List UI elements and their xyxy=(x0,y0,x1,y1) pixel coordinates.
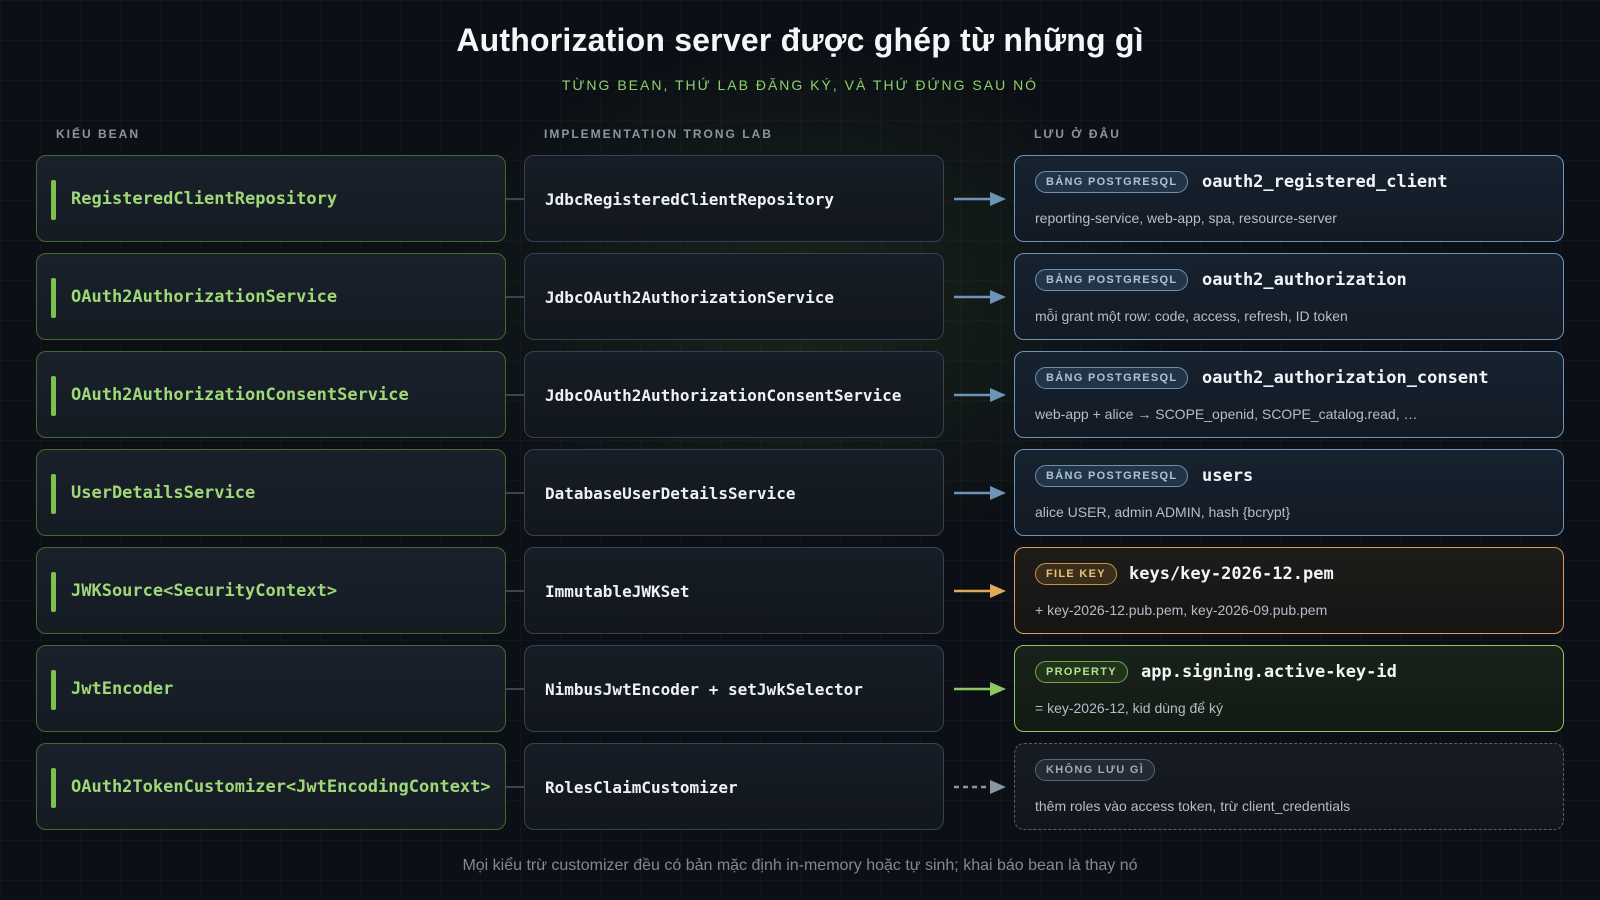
bean-type-label: OAuth2TokenCustomizer<JwtEncodingContext… xyxy=(71,777,491,797)
connector-line xyxy=(506,786,524,788)
bean-type-card: JWKSource<SecurityContext> xyxy=(36,547,506,634)
arrow-right-icon xyxy=(954,584,1006,598)
storage-badge: BẢNG POSTGRESQL xyxy=(1035,269,1189,291)
connector-line xyxy=(506,198,524,200)
storage-description: mỗi grant một row: code, access, refresh… xyxy=(1035,308,1348,324)
arrow-right-icon xyxy=(954,388,1006,402)
arrow-right-icon xyxy=(954,290,1006,304)
implementation-label: NimbusJwtEncoder + setJwkSelector xyxy=(545,680,863,699)
bean-row-token-customizer: OAuth2TokenCustomizer<JwtEncodingContext… xyxy=(0,743,1600,832)
storage-badge: KHÔNG LƯU GÌ xyxy=(1035,759,1156,781)
bean-type-label: OAuth2AuthorizationConsentService xyxy=(71,385,409,405)
implementation-card: JdbcOAuth2AuthorizationService xyxy=(524,253,944,340)
connector-line xyxy=(506,296,524,298)
bean-type-card: OAuth2TokenCustomizer<JwtEncodingContext… xyxy=(36,743,506,830)
accent-bar xyxy=(51,670,56,710)
implementation-label: JdbcOAuth2AuthorizationService xyxy=(545,288,834,307)
bean-type-card: OAuth2AuthorizationService xyxy=(36,253,506,340)
arrow-right-dashed-icon xyxy=(954,780,1006,794)
storage-name: users xyxy=(1202,466,1254,486)
connector-line xyxy=(506,492,524,494)
implementation-label: RolesClaimCustomizer xyxy=(545,778,738,797)
storage-badge: BẢNG POSTGRESQL xyxy=(1035,465,1189,487)
bean-type-label: UserDetailsService xyxy=(71,483,256,503)
bean-type-card: OAuth2AuthorizationConsentService xyxy=(36,351,506,438)
implementation-card: RolesClaimCustomizer xyxy=(524,743,944,830)
implementation-card: JdbcOAuth2AuthorizationConsentService xyxy=(524,351,944,438)
bean-row-consent-service: OAuth2AuthorizationConsentService JdbcOA… xyxy=(0,351,1600,440)
storage-badge: BẢNG POSTGRESQL xyxy=(1035,367,1189,389)
implementation-label: DatabaseUserDetailsService xyxy=(545,484,796,503)
bean-type-card: RegisteredClientRepository xyxy=(36,155,506,242)
bean-row-user-details: UserDetailsService DatabaseUserDetailsSe… xyxy=(0,449,1600,538)
storage-card: PROPERTY app.signing.active-key-id = key… xyxy=(1014,645,1564,732)
connector-line xyxy=(506,590,524,592)
storage-card: BẢNG POSTGRESQL oauth2_registered_client… xyxy=(1014,155,1564,242)
accent-bar xyxy=(51,278,56,318)
footer-note: Mọi kiểu trừ customizer đều có bản mặc đ… xyxy=(462,857,1138,874)
storage-badge: FILE KEY xyxy=(1035,563,1117,585)
page-subtitle: TỪNG BEAN, THỨ LAB ĐĂNG KÝ, VÀ THỨ ĐỨNG … xyxy=(561,77,1039,93)
storage-description: web-app + alice → SCOPE_openid, SCOPE_ca… xyxy=(1035,406,1418,422)
storage-name: oauth2_authorization_consent xyxy=(1202,368,1489,388)
storage-badge: BẢNG POSTGRESQL xyxy=(1035,171,1189,193)
accent-bar xyxy=(51,376,56,416)
bean-row-jwt-encoder: JwtEncoder NimbusJwtEncoder + setJwkSele… xyxy=(0,645,1600,734)
arrow-right-icon xyxy=(954,486,1006,500)
bean-type-label: JWKSource<SecurityContext> xyxy=(71,581,338,601)
storage-card: FILE KEY keys/key-2026-12.pem + key-2026… xyxy=(1014,547,1564,634)
storage-card: BẢNG POSTGRESQL oauth2_authorization mỗi… xyxy=(1014,253,1564,340)
storage-card: BẢNG POSTGRESQL users alice USER, admin … xyxy=(1014,449,1564,536)
storage-name: oauth2_authorization xyxy=(1202,270,1407,290)
connector-line xyxy=(506,394,524,396)
implementation-card: ImmutableJWKSet xyxy=(524,547,944,634)
implementation-label: ImmutableJWKSet xyxy=(545,582,690,601)
page-title: Authorization server được ghép từ những … xyxy=(456,22,1144,58)
bean-row-jwk-source: JWKSource<SecurityContext> ImmutableJWKS… xyxy=(0,547,1600,636)
bean-row-authorization-service: OAuth2AuthorizationService JdbcOAuth2Aut… xyxy=(0,253,1600,342)
storage-description: = key-2026-12, kid dùng để ký xyxy=(1035,700,1223,716)
storage-description: + key-2026-12.pub.pem, key-2026-09.pub.p… xyxy=(1035,602,1328,618)
bean-type-label: JwtEncoder xyxy=(71,679,174,699)
storage-description: reporting-service, web-app, spa, resourc… xyxy=(1035,210,1337,226)
bean-type-label: RegisteredClientRepository xyxy=(71,189,338,209)
storage-name: keys/key-2026-12.pem xyxy=(1129,564,1334,584)
storage-name: oauth2_registered_client xyxy=(1202,172,1448,192)
storage-badge: PROPERTY xyxy=(1035,661,1128,683)
accent-bar xyxy=(51,572,56,612)
storage-card: KHÔNG LƯU GÌ thêm roles vào access token… xyxy=(1014,743,1564,830)
bean-type-card: JwtEncoder xyxy=(36,645,506,732)
column-header-bean: KIỂU BEAN xyxy=(56,127,141,141)
storage-name: app.signing.active-key-id xyxy=(1141,662,1397,682)
accent-bar xyxy=(51,474,56,514)
implementation-label: JdbcOAuth2AuthorizationConsentService xyxy=(545,386,902,405)
storage-description: alice USER, admin ADMIN, hash {bcrypt} xyxy=(1035,504,1291,520)
storage-card: BẢNG POSTGRESQL oauth2_authorization_con… xyxy=(1014,351,1564,438)
connector-line xyxy=(506,688,524,690)
column-header-implementation: IMPLEMENTATION TRONG LAB xyxy=(544,127,773,141)
bean-type-card: UserDetailsService xyxy=(36,449,506,536)
arrow-right-icon xyxy=(954,682,1006,696)
implementation-label: JdbcRegisteredClientRepository xyxy=(545,190,834,209)
column-header-storage: LƯU Ở ĐÂU xyxy=(1034,127,1121,141)
accent-bar xyxy=(51,180,56,220)
implementation-card: NimbusJwtEncoder + setJwkSelector xyxy=(524,645,944,732)
implementation-card: JdbcRegisteredClientRepository xyxy=(524,155,944,242)
bean-type-label: OAuth2AuthorizationService xyxy=(71,287,338,307)
arrow-right-icon xyxy=(954,192,1006,206)
implementation-card: DatabaseUserDetailsService xyxy=(524,449,944,536)
bean-rows: RegisteredClientRepository JdbcRegistere… xyxy=(0,155,1600,841)
storage-description: thêm roles vào access token, trừ client_… xyxy=(1035,798,1351,814)
accent-bar xyxy=(51,768,56,808)
bean-row-registered-client: RegisteredClientRepository JdbcRegistere… xyxy=(0,155,1600,244)
